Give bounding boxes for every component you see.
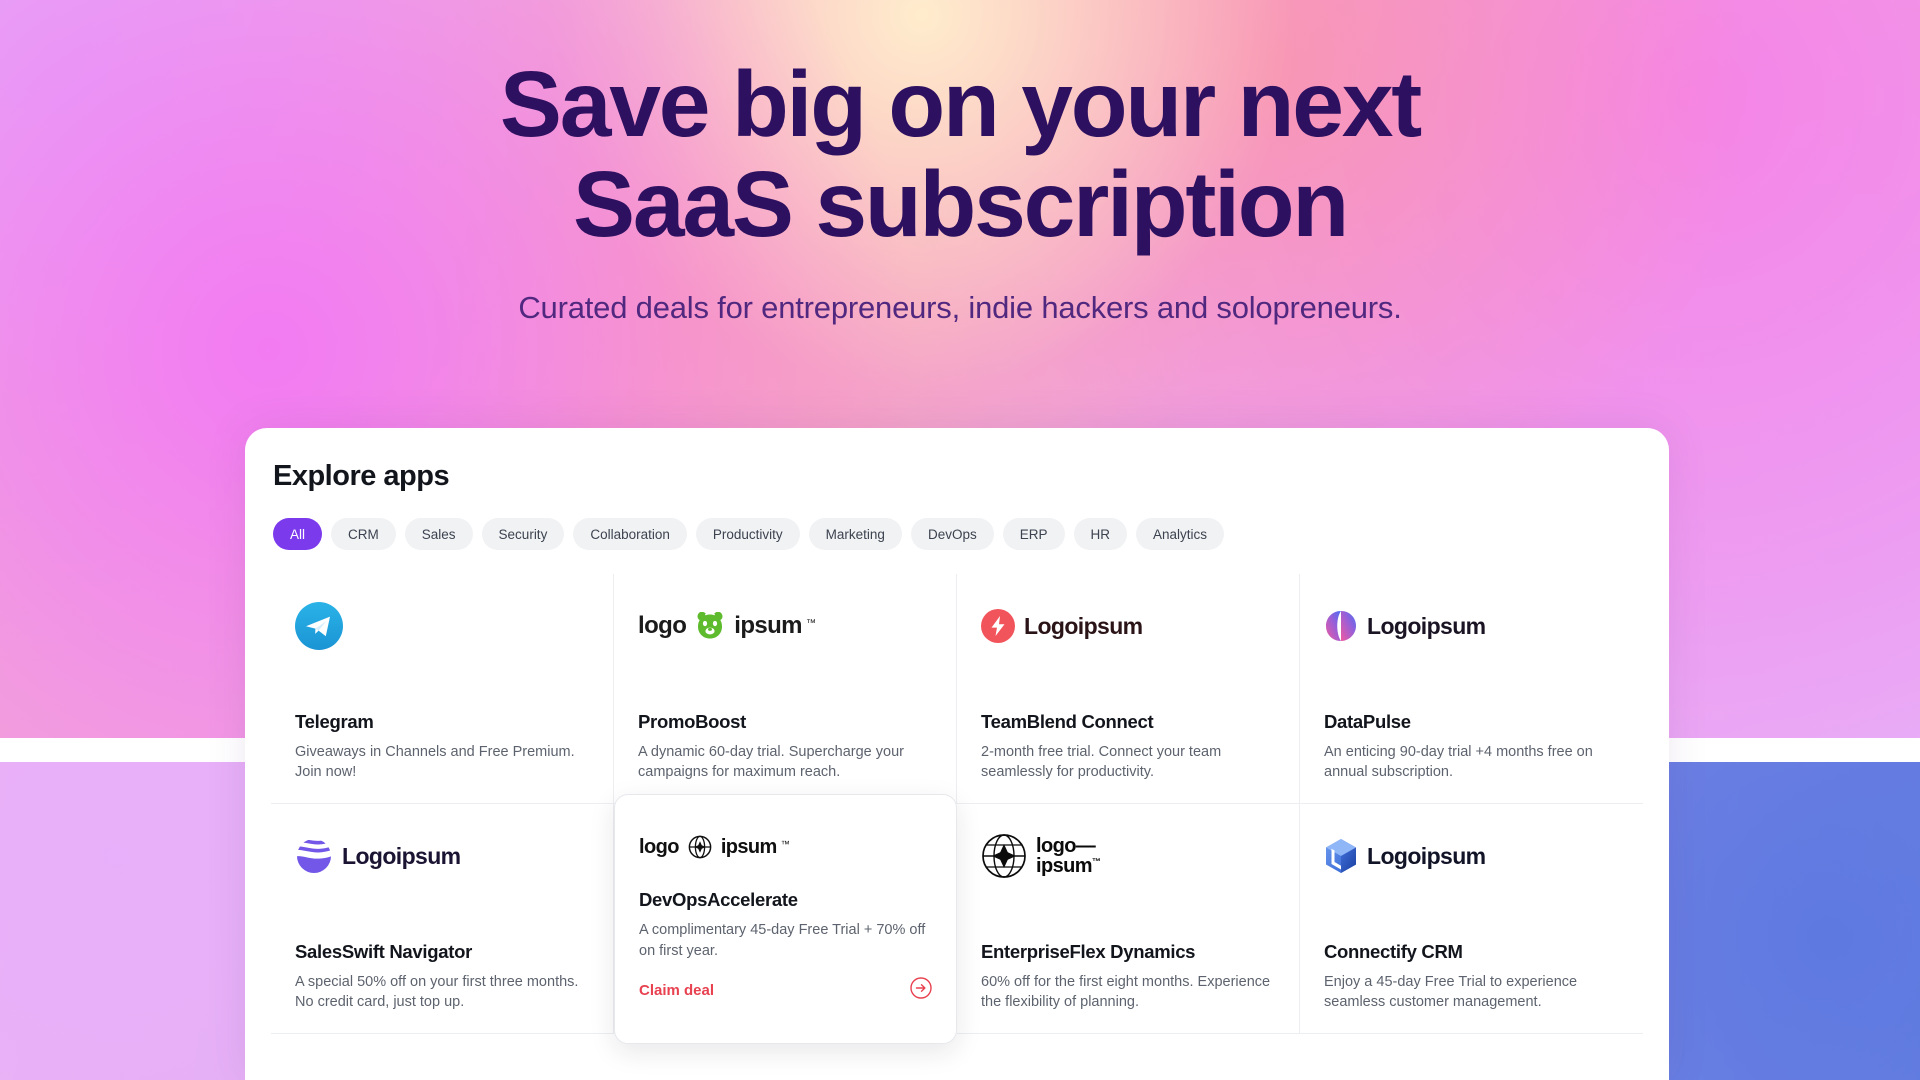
globe-icon [688, 835, 712, 859]
card-title: PromoBoost [638, 710, 747, 732]
card-description: An enticing 90-day trial +4 months free … [1324, 743, 1593, 781]
logo-word-left: logo [638, 612, 687, 639]
gradient-logoipsum-logo: Logoipsum [1324, 609, 1486, 643]
card-logo: Logoipsum [295, 830, 589, 882]
app-card[interactable]: logo ipsum ™ PromoBoost A dynamic 60-day t… [614, 574, 957, 804]
card-title: TeamBlend Connect [981, 710, 1154, 732]
card-title: DataPulse [1324, 710, 1411, 732]
app-card[interactable]: Logoipsum TeamBlend Connect 2-month free t… [957, 574, 1300, 804]
telegram-icon [295, 602, 343, 650]
card-logo: Logoipsum [1324, 600, 1619, 652]
logo-bear-ipsum-logo: logo ipsum ™ [638, 612, 816, 640]
card-description: A special 50% off on your first three mo… [295, 973, 579, 1011]
card-logo: Logoipsum [981, 600, 1275, 652]
card-title: Connectify CRM [1324, 940, 1463, 962]
hero-title-line-2: SaaS subscription [573, 151, 1349, 256]
logo-word-left: logo [639, 835, 679, 858]
bear-icon [697, 612, 723, 639]
explore-apps-panel: Explore apps All CRM Sales Security Collabor… [245, 428, 1669, 1080]
app-card[interactable]: logo— ipsum™ EnterpriseFlex Dynamics 60% of… [957, 804, 1300, 1034]
card-body: DataPulse An enticing 90-day trial +4 mon… [1324, 711, 1619, 783]
card-description: Giveaways in Channels and Free Premium. … [295, 743, 575, 781]
logo-ipsum-wordmark: logo— ipsum™ [1036, 834, 1101, 877]
cube-logoipsum-logo: Logoipsum [1324, 838, 1486, 874]
card-description: A dynamic 60-day trial. Supercharge your… [638, 743, 904, 781]
card-logo: Logoipsum [1324, 830, 1619, 882]
logoipsum-wordmark: Logoipsum [1024, 612, 1143, 639]
card-title: Telegram [295, 710, 374, 732]
hero-title-line-1: Save big on your next [499, 52, 1422, 156]
filter-pill-collaboration[interactable]: Collaboration [573, 518, 687, 550]
claim-deal-label: Claim deal [639, 982, 715, 1000]
card-body: PromoBoost A dynamic 60-day trial. Superc… [638, 711, 932, 783]
card-logo: logo ipsum ™ [639, 821, 932, 873]
cube-icon [1326, 839, 1356, 873]
wave-logoipsum-logo: Logoipsum [295, 837, 461, 875]
arrow-right-circle-icon [910, 977, 932, 1004]
filter-pill-list: All CRM Sales Security Collaboration Producti… [273, 518, 1643, 550]
card-description: Enjoy a 45-day Free Trial to experience … [1324, 973, 1578, 1011]
filter-pill-crm[interactable]: CRM [331, 518, 396, 550]
card-description: 2-month free trial. Connect your team se… [981, 743, 1222, 781]
filter-pill-devops[interactable]: DevOps [910, 518, 994, 550]
telegram-logo [295, 602, 343, 650]
app-card-grid: Telegram Giveaways in Channels and Free P… [271, 574, 1643, 1044]
app-card[interactable]: Logoipsum SalesSwift Navigator A special 5… [271, 804, 614, 1034]
app-card[interactable]: logo ipsum ™ DevOpsAccelerate A compliment… [614, 794, 957, 1044]
logoipsum-wordmark: Logoipsum [342, 842, 461, 869]
bolt-logoipsum-logo: Logoipsum [981, 609, 1143, 643]
filter-pill-hr[interactable]: HR [1073, 518, 1127, 550]
card-body: EnterpriseFlex Dynamics 60% off for the f… [981, 941, 1275, 1013]
filter-pill-all[interactable]: All [273, 518, 323, 550]
filter-pill-productivity[interactable]: Productivity [695, 518, 800, 550]
gradient-blob-icon [1326, 611, 1356, 641]
filter-pill-sales[interactable]: Sales [404, 518, 473, 550]
globe-logo-ipsum-logo: logo ipsum ™ [639, 835, 790, 859]
card-body: TeamBlend Connect 2-month free trial. Con… [981, 711, 1275, 783]
app-card[interactable]: Telegram Giveaways in Channels and Free P… [271, 574, 614, 804]
card-description: 60% off for the first eight months. Expe… [981, 973, 1271, 1011]
logoipsum-wordmark: Logoipsum [1367, 842, 1486, 869]
filter-pill-security[interactable]: Security [481, 518, 565, 550]
logo-word-right: ipsum [720, 835, 778, 858]
card-logo: logo ipsum ™ [638, 600, 932, 652]
card-body: Telegram Giveaways in Channels and Free P… [295, 711, 589, 783]
hero-subtitle: Curated deals for entrepreneurs, indie h… [518, 290, 1402, 325]
sphere-icon [982, 834, 1026, 878]
sphere-logo-ipsum-logo: logo— ipsum™ [981, 833, 1101, 879]
card-body: Connectify CRM Enjoy a 45-day Free Trial … [1324, 941, 1619, 1013]
app-card[interactable]: Logoipsum Connectify CRM Enjoy a 45-day Fr… [1300, 804, 1643, 1034]
panel-title: Explore apps [273, 460, 450, 492]
trademark-mark: ™ [805, 618, 816, 629]
logoipsum-wordmark: Logoipsum [1367, 612, 1486, 639]
filter-pill-erp[interactable]: ERP [1002, 518, 1065, 550]
card-title: SalesSwift Navigator [295, 940, 473, 962]
card-logo [295, 600, 589, 652]
claim-deal-button[interactable]: Claim deal [639, 977, 932, 1004]
hero-section: Save big on your next SaaS subscription … [0, 0, 1920, 420]
card-description: A complimentary 45-day Free Trial + 70% … [639, 922, 926, 959]
app-card[interactable]: Logoipsum DataPulse An enticing 90-day tri… [1300, 574, 1643, 804]
card-title: DevOpsAccelerate [639, 889, 798, 910]
card-body: DevOpsAccelerate A complimentary 45-day F… [639, 889, 932, 1004]
card-title: EnterpriseFlex Dynamics [981, 940, 1196, 962]
wave-circle-icon [297, 839, 331, 873]
logo-word-right: ipsum [734, 612, 802, 639]
bolt-circle-icon [981, 609, 1015, 643]
card-body: SalesSwift Navigator A special 50% off on… [295, 941, 589, 1013]
trademark-mark: ™ [780, 839, 790, 849]
page-title: Save big on your next SaaS subscription [0, 52, 1920, 256]
filter-pill-marketing[interactable]: Marketing [808, 518, 902, 550]
card-logo: logo— ipsum™ [981, 830, 1275, 882]
filter-pill-analytics[interactable]: Analytics [1136, 518, 1225, 550]
